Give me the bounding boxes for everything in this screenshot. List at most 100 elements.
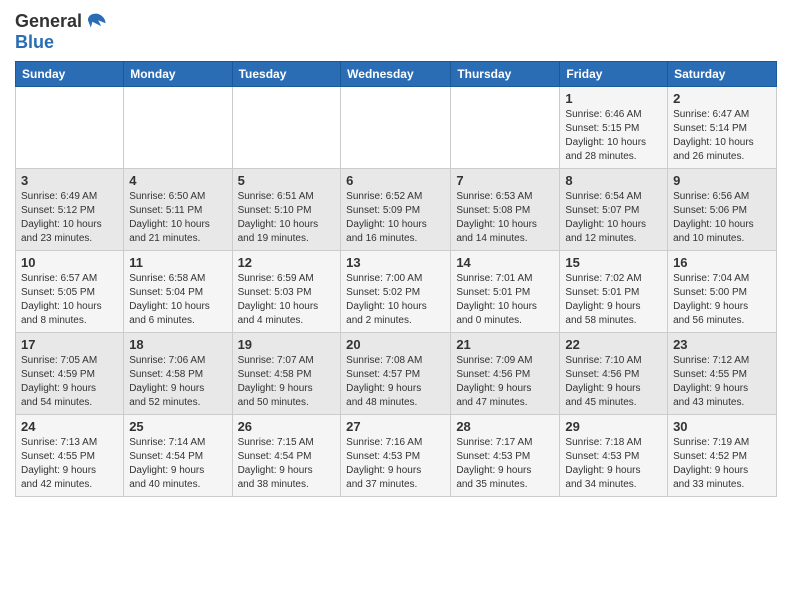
- day-number: 20: [346, 337, 445, 352]
- calendar-header-row: SundayMondayTuesdayWednesdayThursdayFrid…: [16, 62, 777, 87]
- day-number: 14: [456, 255, 554, 270]
- column-header-saturday: Saturday: [668, 62, 777, 87]
- calendar-cell: 20 Sunrise: 7:08 AM Sunset: 4:57 PM Dayli…: [341, 333, 451, 415]
- day-text: Sunrise: 7:07 AM Sunset: 4:58 PM Dayligh…: [238, 354, 336, 410]
- day-number: 2: [673, 91, 771, 106]
- calendar-cell: 26Sunrise: 7:15 AM Sunset: 4:54 PM Dayli…: [232, 415, 341, 497]
- calendar-cell: 16 Sunrise: 7:04 AM Sunset: 5:00 PM Dayli…: [668, 251, 777, 333]
- day-text: Sunrise: 7:19 AM Sunset: 4:52 PM Dayligh…: [673, 436, 771, 492]
- day-text: Sunrise: 7:08 AM Sunset: 4:57 PM Dayligh…: [346, 354, 445, 410]
- calendar-cell: 10Sunrise: 6:57 AM Sunset: 5:05 PM Dayli…: [16, 251, 124, 333]
- calendar-cell: 4 Sunrise: 6:50 AM Sunset: 5:11 PM Daylig…: [124, 169, 232, 251]
- day-text: Sunrise: 7:01 AM Sunset: 5:01 PM Dayligh…: [456, 272, 554, 328]
- column-header-tuesday: Tuesday: [232, 62, 341, 87]
- day-text: Sunrise: 7:18 AM Sunset: 4:53 PM Dayligh…: [565, 436, 662, 492]
- day-number: 12: [238, 255, 336, 270]
- day-number: 22: [565, 337, 662, 352]
- day-number: 18: [129, 337, 226, 352]
- day-text: Sunrise: 7:04 AM Sunset: 5:00 PM Dayligh…: [673, 272, 771, 328]
- day-number: 29: [565, 419, 662, 434]
- day-number: 21: [456, 337, 554, 352]
- day-number: 8: [565, 173, 662, 188]
- calendar-cell: [232, 87, 341, 169]
- day-text: Sunrise: 7:06 AM Sunset: 4:58 PM Dayligh…: [129, 354, 226, 410]
- day-text: Sunrise: 7:14 AM Sunset: 4:54 PM Dayligh…: [129, 436, 226, 492]
- day-text: Sunrise: 7:16 AM Sunset: 4:53 PM Dayligh…: [346, 436, 445, 492]
- day-number: 1: [565, 91, 662, 106]
- logo-general-text: General: [15, 11, 82, 32]
- day-text: Sunrise: 6:52 AM Sunset: 5:09 PM Dayligh…: [346, 190, 445, 246]
- page-header: General Blue: [15, 10, 777, 53]
- column-header-friday: Friday: [560, 62, 668, 87]
- column-header-thursday: Thursday: [451, 62, 560, 87]
- calendar-cell: 11Sunrise: 6:58 AM Sunset: 5:04 PM Dayli…: [124, 251, 232, 333]
- logo: General Blue: [15, 10, 107, 53]
- page-container: General Blue SundayMondayTuesdayWednesda…: [0, 0, 792, 502]
- day-number: 4: [129, 173, 226, 188]
- calendar-week-row: 24 Sunrise: 7:13 AM Sunset: 4:55 PM Dayli…: [16, 415, 777, 497]
- calendar-cell: [16, 87, 124, 169]
- calendar-cell: [451, 87, 560, 169]
- calendar-week-row: 3 Sunrise: 6:49 AM Sunset: 5:12 PM Daylig…: [16, 169, 777, 251]
- day-number: 25: [129, 419, 226, 434]
- day-number: 10: [21, 255, 118, 270]
- day-number: 16: [673, 255, 771, 270]
- logo-blue-text: Blue: [15, 32, 54, 53]
- day-number: 17: [21, 337, 118, 352]
- calendar-cell: 29 Sunrise: 7:18 AM Sunset: 4:53 PM Dayli…: [560, 415, 668, 497]
- day-number: 3: [21, 173, 118, 188]
- calendar-cell: 9 Sunrise: 6:56 AM Sunset: 5:06 PM Daylig…: [668, 169, 777, 251]
- calendar-cell: 5Sunrise: 6:51 AM Sunset: 5:10 PM Daylig…: [232, 169, 341, 251]
- calendar-cell: 23Sunrise: 7:12 AM Sunset: 4:55 PM Dayli…: [668, 333, 777, 415]
- calendar-cell: [124, 87, 232, 169]
- day-number: 23: [673, 337, 771, 352]
- day-text: Sunrise: 6:50 AM Sunset: 5:11 PM Dayligh…: [129, 190, 226, 246]
- logo-bird-icon: [85, 10, 107, 32]
- day-text: Sunrise: 7:17 AM Sunset: 4:53 PM Dayligh…: [456, 436, 554, 492]
- calendar-cell: 15 Sunrise: 7:02 AM Sunset: 5:01 PM Dayli…: [560, 251, 668, 333]
- calendar-cell: 30Sunrise: 7:19 AM Sunset: 4:52 PM Dayli…: [668, 415, 777, 497]
- day-number: 15: [565, 255, 662, 270]
- day-text: Sunrise: 6:53 AM Sunset: 5:08 PM Dayligh…: [456, 190, 554, 246]
- calendar-cell: 3 Sunrise: 6:49 AM Sunset: 5:12 PM Daylig…: [16, 169, 124, 251]
- calendar-cell: 7 Sunrise: 6:53 AM Sunset: 5:08 PM Daylig…: [451, 169, 560, 251]
- calendar-cell: 22 Sunrise: 7:10 AM Sunset: 4:56 PM Dayli…: [560, 333, 668, 415]
- day-number: 6: [346, 173, 445, 188]
- calendar-cell: 28Sunrise: 7:17 AM Sunset: 4:53 PM Dayli…: [451, 415, 560, 497]
- day-text: Sunrise: 7:10 AM Sunset: 4:56 PM Dayligh…: [565, 354, 662, 410]
- calendar-cell: 2 Sunrise: 6:47 AM Sunset: 5:14 PM Daylig…: [668, 87, 777, 169]
- calendar-table: SundayMondayTuesdayWednesdayThursdayFrid…: [15, 61, 777, 497]
- day-number: 9: [673, 173, 771, 188]
- day-number: 11: [129, 255, 226, 270]
- day-number: 24: [21, 419, 118, 434]
- day-text: Sunrise: 7:09 AM Sunset: 4:56 PM Dayligh…: [456, 354, 554, 410]
- column-header-monday: Monday: [124, 62, 232, 87]
- day-text: Sunrise: 7:02 AM Sunset: 5:01 PM Dayligh…: [565, 272, 662, 328]
- calendar-week-row: 1 Sunrise: 6:46 AM Sunset: 5:15 PM Daylig…: [16, 87, 777, 169]
- day-text: Sunrise: 6:54 AM Sunset: 5:07 PM Dayligh…: [565, 190, 662, 246]
- day-number: 7: [456, 173, 554, 188]
- calendar-cell: 1 Sunrise: 6:46 AM Sunset: 5:15 PM Daylig…: [560, 87, 668, 169]
- calendar-cell: 8 Sunrise: 6:54 AM Sunset: 5:07 PM Daylig…: [560, 169, 668, 251]
- calendar-cell: 12 Sunrise: 6:59 AM Sunset: 5:03 PM Dayli…: [232, 251, 341, 333]
- calendar-cell: 13 Sunrise: 7:00 AM Sunset: 5:02 PM Dayli…: [341, 251, 451, 333]
- day-text: Sunrise: 6:49 AM Sunset: 5:12 PM Dayligh…: [21, 190, 118, 246]
- day-number: 26: [238, 419, 336, 434]
- calendar-cell: 24 Sunrise: 7:13 AM Sunset: 4:55 PM Dayli…: [16, 415, 124, 497]
- day-text: Sunrise: 6:59 AM Sunset: 5:03 PM Dayligh…: [238, 272, 336, 328]
- calendar-cell: 18 Sunrise: 7:06 AM Sunset: 4:58 PM Dayli…: [124, 333, 232, 415]
- day-number: 13: [346, 255, 445, 270]
- day-text: Sunrise: 6:56 AM Sunset: 5:06 PM Dayligh…: [673, 190, 771, 246]
- day-text: Sunrise: 7:13 AM Sunset: 4:55 PM Dayligh…: [21, 436, 118, 492]
- calendar-week-row: 17Sunrise: 7:05 AM Sunset: 4:59 PM Dayli…: [16, 333, 777, 415]
- calendar-cell: 21 Sunrise: 7:09 AM Sunset: 4:56 PM Dayli…: [451, 333, 560, 415]
- calendar-cell: 25 Sunrise: 7:14 AM Sunset: 4:54 PM Dayli…: [124, 415, 232, 497]
- day-text: Sunrise: 6:51 AM Sunset: 5:10 PM Dayligh…: [238, 190, 336, 246]
- day-text: Sunrise: 7:00 AM Sunset: 5:02 PM Dayligh…: [346, 272, 445, 328]
- day-number: 19: [238, 337, 336, 352]
- calendar-cell: 19 Sunrise: 7:07 AM Sunset: 4:58 PM Dayli…: [232, 333, 341, 415]
- day-text: Sunrise: 6:47 AM Sunset: 5:14 PM Dayligh…: [673, 108, 771, 164]
- day-text: Sunrise: 6:46 AM Sunset: 5:15 PM Dayligh…: [565, 108, 662, 164]
- calendar-cell: 14 Sunrise: 7:01 AM Sunset: 5:01 PM Dayli…: [451, 251, 560, 333]
- calendar-cell: [341, 87, 451, 169]
